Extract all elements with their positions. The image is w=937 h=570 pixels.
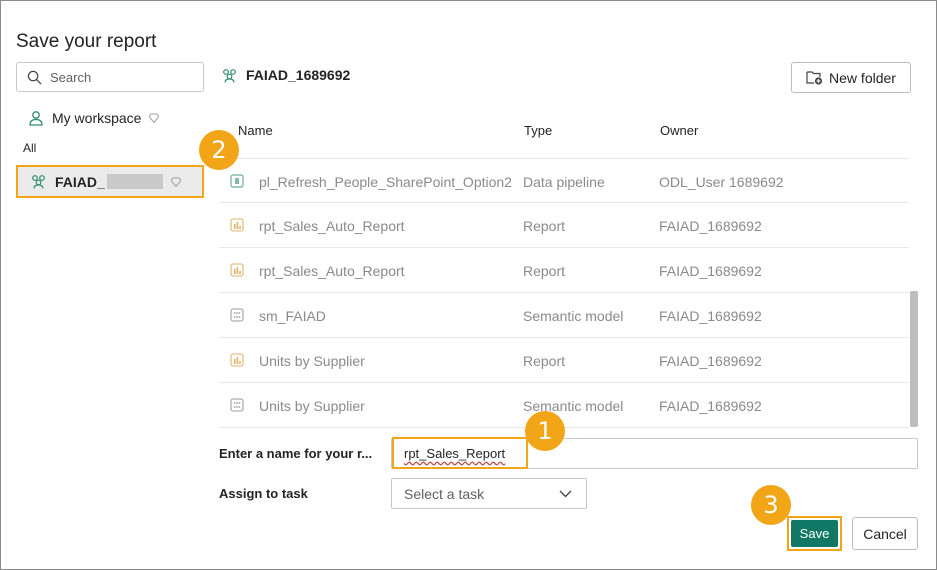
- report-name-text: rpt_Sales_Report: [404, 445, 506, 461]
- item-type: Report: [523, 353, 566, 369]
- new-folder-label: New folder: [829, 69, 896, 86]
- table-row[interactable]: Units by Supplier Semantic model FAIAD_1…: [219, 383, 909, 428]
- name-label: Enter a name for your r...: [219, 446, 373, 461]
- column-header-owner[interactable]: Owner: [660, 123, 698, 138]
- table-header: Name Type Owner: [219, 119, 909, 143]
- item-type: Report: [523, 263, 566, 279]
- task-placeholder: Select a task: [404, 485, 485, 502]
- cancel-button[interactable]: Cancel: [852, 517, 918, 550]
- item-owner: ODL_User 1689692: [659, 174, 784, 190]
- scrollbar-thumb[interactable]: [910, 291, 918, 427]
- callout-badge-3: 3: [751, 485, 791, 525]
- table-row[interactable]: rpt_Sales_Auto_Report Report FAIAD_16896…: [219, 248, 909, 293]
- redacted-text: [106, 174, 163, 189]
- column-header-type[interactable]: Type: [524, 123, 552, 138]
- chevron-down-icon: [559, 490, 572, 498]
- semantic-model-icon: [230, 398, 244, 412]
- person-icon: [29, 111, 43, 126]
- item-owner: FAIAD_1689692: [659, 308, 762, 324]
- premium-diamond-icon: [170, 177, 181, 187]
- item-name: sm_FAIAD: [259, 308, 326, 324]
- workspace-icon: [32, 175, 45, 189]
- pipeline-icon: [230, 174, 244, 188]
- callout-badge-1: 1: [525, 411, 565, 451]
- report-name-value[interactable]: rpt_Sales_Report: [392, 437, 528, 469]
- item-name: Units by Supplier: [259, 398, 365, 414]
- item-name: pl_Refresh_People_SharePoint_Option2: [259, 174, 512, 190]
- callout-badge-2: 2: [199, 130, 239, 170]
- table-row[interactable]: sm_FAIAD Semantic model FAIAD_1689692: [219, 293, 909, 338]
- task-select[interactable]: Select a task: [391, 478, 587, 509]
- column-header-name[interactable]: Name: [238, 123, 273, 138]
- report-icon: [230, 353, 244, 367]
- table-row[interactable]: rpt_Sales_Auto_Report Report FAIAD_16896…: [219, 203, 909, 248]
- item-owner: FAIAD_1689692: [659, 353, 762, 369]
- item-name: rpt_Sales_Auto_Report: [259, 263, 405, 279]
- dialog-title: Save your report: [16, 31, 157, 52]
- premium-diamond-icon: [149, 113, 160, 123]
- item-type: Data pipeline: [523, 174, 605, 190]
- table-row[interactable]: Units by Supplier Report FAIAD_1689692: [219, 338, 909, 383]
- save-button[interactable]: Save: [791, 520, 838, 547]
- report-icon: [230, 218, 244, 232]
- section-label: All: [23, 141, 37, 155]
- item-type: Semantic model: [523, 308, 624, 324]
- breadcrumb: FAIAD_1689692: [221, 65, 350, 85]
- semantic-model-icon: [230, 308, 244, 322]
- sidebar-item-label: My workspace: [52, 110, 142, 126]
- workspace-icon: [223, 68, 236, 83]
- search-icon: [27, 70, 42, 84]
- sidebar-item-faiad-workspace[interactable]: FAIAD_: [16, 165, 204, 198]
- item-owner: FAIAD_1689692: [659, 218, 762, 234]
- task-label: Assign to task: [219, 486, 308, 501]
- search-placeholder: Search: [50, 69, 92, 85]
- item-owner: FAIAD_1689692: [659, 263, 762, 279]
- item-name: rpt_Sales_Auto_Report: [259, 218, 405, 234]
- item-list: pl_Refresh_People_SharePoint_Option2 Dat…: [219, 158, 909, 428]
- search-input[interactable]: Search: [16, 62, 204, 92]
- save-button-highlight: Save: [787, 516, 842, 551]
- item-type: Report: [523, 218, 566, 234]
- breadcrumb-label: FAIAD_1689692: [246, 67, 351, 83]
- item-name: Units by Supplier: [259, 353, 365, 369]
- save-report-dialog: Save your report Search My workspace All…: [0, 0, 937, 570]
- new-folder-icon: [806, 71, 823, 85]
- table-row[interactable]: pl_Refresh_People_SharePoint_Option2 Dat…: [219, 158, 909, 203]
- sidebar-item-label: FAIAD_: [55, 173, 105, 190]
- sidebar-item-my-workspace[interactable]: My workspace: [28, 107, 160, 129]
- item-owner: FAIAD_1689692: [659, 398, 762, 414]
- new-folder-button[interactable]: New folder: [791, 62, 911, 93]
- report-icon: [230, 263, 244, 277]
